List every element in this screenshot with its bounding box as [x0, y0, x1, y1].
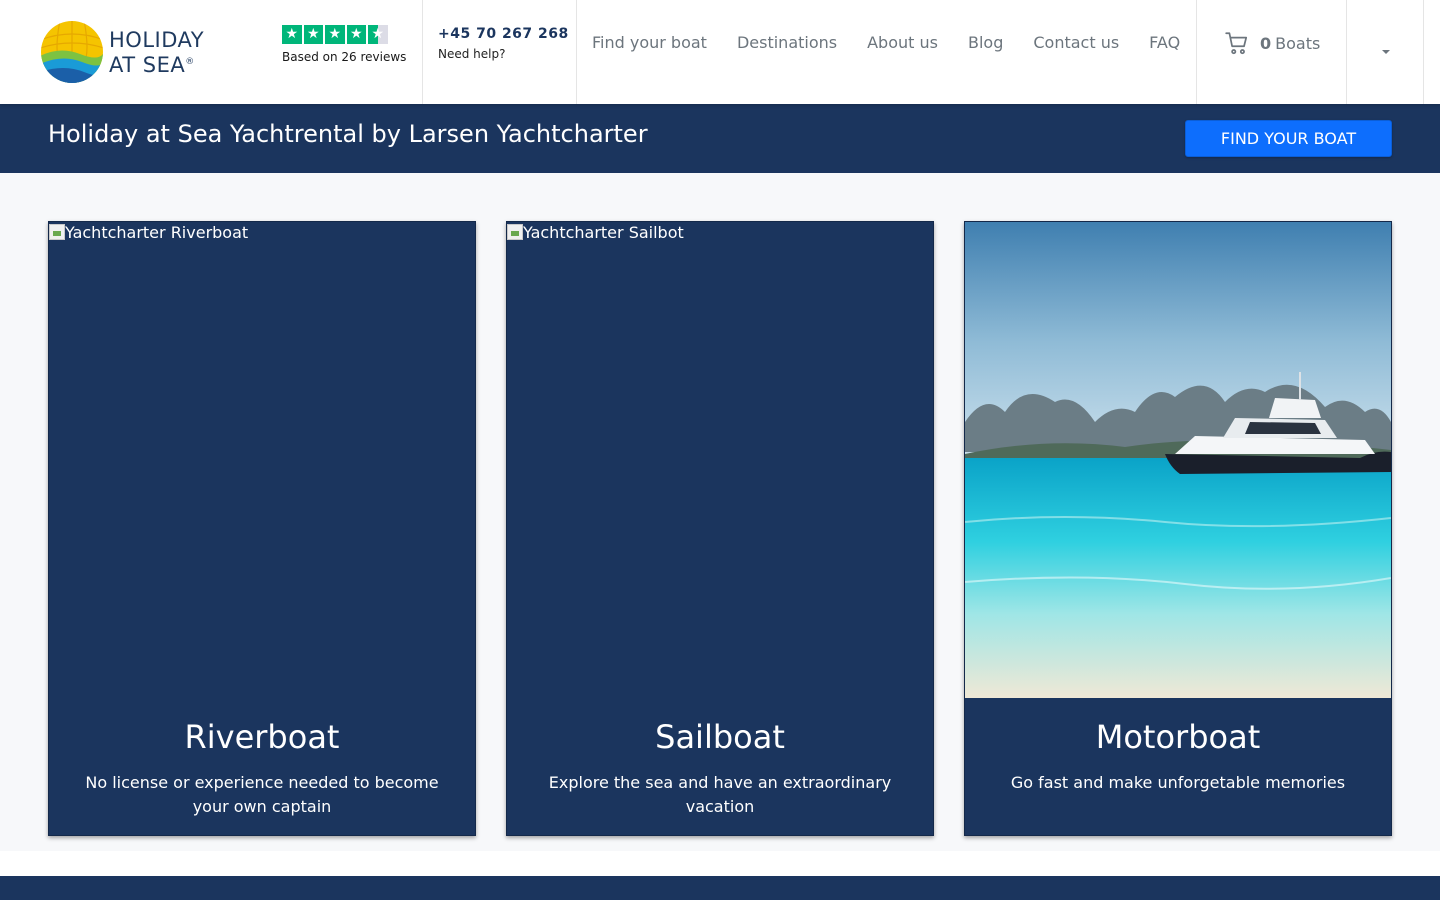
sun-sea-logo-icon [41, 21, 103, 83]
broken-image-icon [49, 224, 65, 240]
card-description: No license or experience needed to becom… [85, 773, 439, 816]
card-description: Explore the sea and have an extraordinar… [548, 773, 892, 816]
nav-find-your-boat[interactable]: Find your boat [592, 33, 707, 53]
card-body: Sailboat Explore the sea and have an ext… [507, 698, 933, 819]
image-alt-text: Yachtcharter Riverboat [65, 223, 249, 242]
divider [1423, 0, 1424, 104]
broken-image-icon [507, 224, 523, 240]
divider [1196, 0, 1197, 104]
language-dropdown-toggle[interactable] [1348, 0, 1424, 104]
card-title: Riverboat [184, 718, 340, 756]
logo-line-2-text: AT SEA [109, 52, 186, 77]
phone-number[interactable]: +45 70 267 268 [438, 26, 569, 42]
motorboat-photo [965, 222, 1391, 698]
star-icon: ★ [282, 25, 302, 44]
half-star-icon: ★ [368, 25, 388, 44]
card-title: Motorboat [1095, 718, 1261, 756]
star-icon: ★ [346, 25, 366, 44]
phone-contact[interactable]: +45 70 267 268 Need help? [438, 26, 569, 61]
star-icon: ★ [325, 25, 345, 44]
star-icon: ★ [303, 25, 323, 44]
card-body: Motorboat Go fast and make unforgetable … [965, 698, 1391, 795]
card-title: Sailboat [655, 718, 785, 756]
nav-faq[interactable]: FAQ [1149, 33, 1180, 53]
logo-line-1: HOLIDAY [109, 27, 205, 52]
registered-mark: ® [185, 56, 195, 67]
cart-count: 0 [1260, 33, 1272, 53]
card-riverboat[interactable]: Yachtcharter Riverboat Riverboat No lice… [48, 221, 476, 836]
find-your-boat-button[interactable]: FIND YOUR BOAT [1185, 120, 1392, 157]
card-image: Yachtcharter Riverboat [49, 222, 475, 698]
hero-bar: Holiday at Sea Yachtrental by Larsen Yac… [0, 104, 1440, 173]
need-help-text: Need help? [438, 47, 506, 61]
card-body: Riverboat No license or experience neede… [49, 698, 475, 819]
broken-image: Yachtcharter Riverboat [49, 222, 248, 244]
nav-contact-us[interactable]: Contact us [1033, 33, 1119, 53]
caret-down-icon [1382, 50, 1390, 54]
divider [422, 0, 423, 104]
image-alt-text: Yachtcharter Sailbot [523, 223, 684, 242]
divider [1346, 0, 1347, 104]
cart-label: Boats [1275, 33, 1321, 53]
nav-destinations[interactable]: Destinations [737, 33, 837, 53]
shopping-cart-icon [1225, 32, 1248, 55]
card-image: Yachtcharter Sailbot [507, 222, 933, 698]
card-description: Go fast and make unforgetable memories [1010, 773, 1346, 792]
boat-categories: Yachtcharter Riverboat Riverboat No lice… [0, 173, 1440, 851]
card-motorboat[interactable]: Motorboat Go fast and make unforgetable … [964, 221, 1392, 836]
divider [576, 0, 577, 104]
cart-link[interactable]: 0 Boats [1224, 30, 1320, 56]
nav-blog[interactable]: Blog [968, 33, 1003, 53]
site-header: HOLIDAY AT SEA® ★ ★ ★ ★ ★ Based on 26 re… [0, 0, 1440, 104]
trustpilot-stars: ★ ★ ★ ★ ★ [282, 25, 412, 44]
logo-link[interactable]: HOLIDAY AT SEA® [40, 20, 220, 84]
trustpilot-reviews-text: Based on 26 reviews [282, 50, 407, 64]
main-nav: Find your boat Destinations About us Blo… [592, 33, 1210, 53]
trustpilot-widget[interactable]: ★ ★ ★ ★ ★ Based on 26 reviews [282, 25, 412, 65]
nav-about-us[interactable]: About us [867, 33, 938, 53]
logo-line-2: AT SEA® [109, 51, 204, 76]
broken-image: Yachtcharter Sailbot [507, 222, 684, 244]
card-sailboat[interactable]: Yachtcharter Sailbot Sailboat Explore th… [506, 221, 934, 836]
footer-strip [0, 876, 1440, 900]
page-title: Holiday at Sea Yachtrental by Larsen Yac… [48, 120, 648, 148]
logo-wordmark: HOLIDAY AT SEA® [109, 29, 204, 76]
